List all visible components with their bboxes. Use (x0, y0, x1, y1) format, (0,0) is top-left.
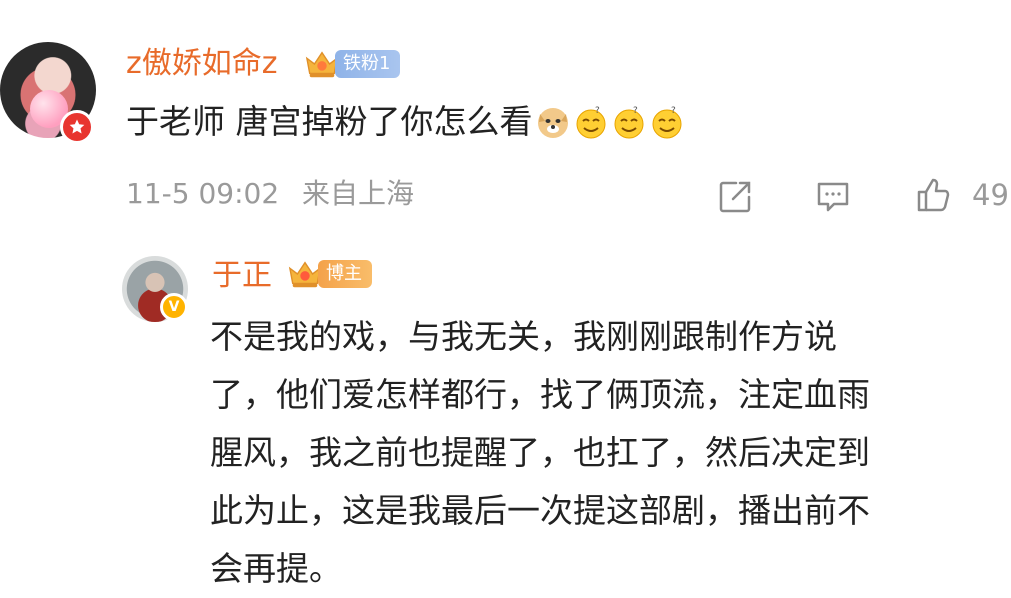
fan-badge-label: 铁粉1 (335, 50, 401, 78)
comment-text: 于老师 唐宫掉粉了你怎么看 ? ? ? (126, 100, 685, 144)
svg-text:?: ? (595, 106, 600, 116)
svg-text:?: ? (633, 106, 638, 116)
comment-meta: 11-5 09:02 来自上海 (126, 174, 414, 214)
comment-username[interactable]: z傲娇如命z (126, 44, 278, 84)
comment-icon[interactable] (814, 178, 852, 216)
share-icon[interactable] (716, 178, 754, 216)
comment-location: 来自上海 (302, 177, 415, 210)
blogger-badge: 博主 (286, 256, 372, 292)
svg-text:?: ? (671, 106, 676, 116)
fan-badge[interactable]: 铁粉1 (303, 46, 401, 82)
smirk-emoji-icon: ? (652, 106, 681, 139)
verified-v-icon: V (160, 293, 188, 321)
reply-text: 不是我的戏，与我无关，我刚刚跟制作方说 了，他们爱怎样都行，找了俩顶流，注定血雨… (210, 317, 870, 588)
smirk-emoji-icon: ? (576, 106, 605, 139)
like-icon[interactable] (914, 176, 952, 214)
doge-emoji-icon (537, 108, 568, 138)
smirk-emoji-icon: ? (614, 106, 643, 139)
reply-username[interactable]: 于正 (212, 256, 272, 296)
comment-body: 于老师 唐宫掉粉了你怎么看 (126, 102, 533, 141)
verified-star-icon (60, 110, 94, 144)
blogger-badge-label: 博主 (318, 260, 372, 288)
comment-timestamp: 11-5 09:02 (126, 177, 280, 210)
like-count: 49 (972, 178, 1009, 212)
